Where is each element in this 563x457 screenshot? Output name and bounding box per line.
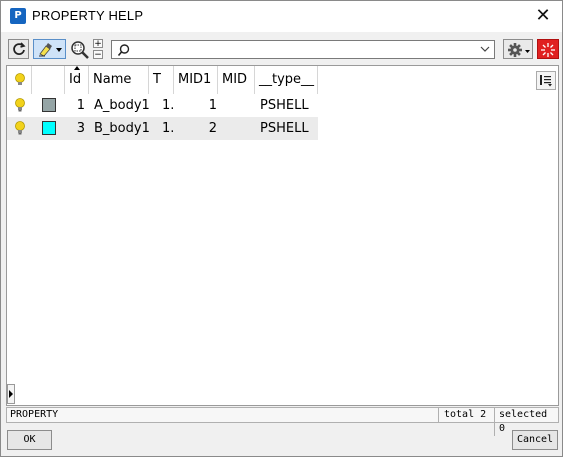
settings-button[interactable] [503,39,533,59]
zoom-in-button[interactable]: + [93,39,103,49]
toolbar: + − [1,35,562,63]
burst-icon [541,43,555,57]
zoom-icon [71,41,89,59]
sort-ascending-icon [74,66,80,70]
status-bar: PROPERTY total 2 selected 0 [6,407,559,436]
chevron-down-icon [56,48,62,52]
highlighter-icon [39,43,62,57]
zoom-out-button[interactable]: − [93,50,103,60]
column-header-mid[interactable]: MID [218,66,255,94]
app-icon: P [10,8,26,24]
table-row[interactable]: 3 B_body1 1. 2 PSHELL [7,117,318,140]
search-combobox[interactable] [111,40,495,59]
stop-button[interactable] [537,39,559,59]
highlight-button[interactable] [33,39,66,59]
cell-name: B_body1 [94,121,150,136]
gear-icon [508,43,530,57]
lightbulb-icon [15,73,25,85]
search-icon [117,44,130,57]
zoom-button[interactable] [69,39,91,59]
column-header-id[interactable]: Id [65,66,89,94]
refresh-button[interactable] [8,39,29,59]
property-table: Id Name T MID1 MID __type__ 1 A_body1 1.… [6,65,559,406]
cell-mid1: 2 [208,121,217,136]
table-row[interactable]: 1 A_body1 1. 1 PSHELL [7,94,318,117]
column-header-name[interactable]: Name [89,66,149,94]
lightbulb-icon[interactable] [14,120,26,137]
cell-mid1: 1 [208,98,217,113]
column-chooser-button[interactable] [536,71,556,90]
search-input[interactable] [134,42,474,57]
color-swatch[interactable] [42,121,56,135]
column-header-mid1[interactable]: MID1 [174,66,218,94]
cell-id: 1 [76,98,85,113]
row-expand-handle[interactable] [7,384,15,404]
cell-id: 3 [76,121,85,136]
lightbulb-icon[interactable] [14,97,26,114]
column-header-t[interactable]: T [149,66,174,94]
column-header-type[interactable]: __type__ [255,66,318,94]
close-icon: ✕ [535,5,551,26]
cell-type: PSHELL [260,98,309,113]
color-swatch[interactable] [42,98,56,112]
cell-t: 1. [162,98,175,113]
ok-button[interactable]: OK [7,430,52,450]
title-bar: P PROPERTY HELP ✕ [1,1,562,32]
column-list-icon [540,75,552,87]
chevron-down-icon[interactable] [479,43,491,55]
column-header-color[interactable] [32,66,65,94]
refresh-icon [13,42,26,55]
cell-name: A_body1 [94,98,150,113]
cell-t: 1. [162,121,175,136]
close-button[interactable]: ✕ [530,3,556,29]
cell-type: PSHELL [260,121,309,136]
cancel-button[interactable]: Cancel [512,430,558,450]
property-help-window: P PROPERTY HELP ✕ + − Id Name T MID1 MID… [0,0,563,457]
window-title: PROPERTY HELP [32,8,144,23]
column-header-visibility[interactable] [7,66,32,94]
status-total: total 2 [438,408,496,422]
status-context: PROPERTY [10,409,59,420]
table-header: Id Name T MID1 MID __type__ [7,66,558,94]
